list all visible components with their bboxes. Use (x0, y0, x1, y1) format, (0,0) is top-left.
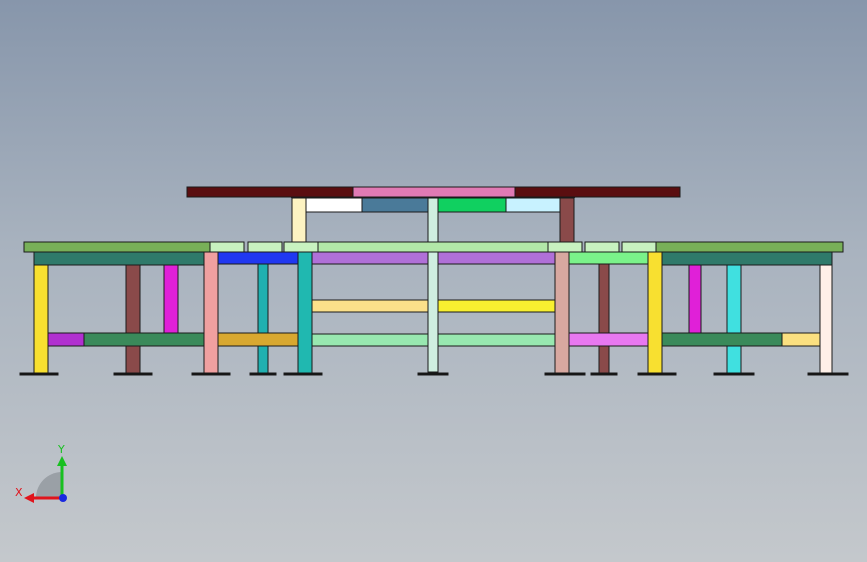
right-stool-top-a (547, 241, 583, 253)
right-stool-top-b (584, 241, 620, 253)
left-stool-foot-front (191, 372, 231, 376)
right-bench-foot-front (807, 372, 849, 376)
right-bench-leg-front (819, 264, 833, 374)
left-bench-leg-front (33, 264, 49, 374)
center-tabletop-right (514, 186, 681, 198)
left-stool[interactable] (191, 241, 323, 376)
left-stool-top-a (209, 241, 245, 253)
long-bench-low-rail-left (309, 333, 429, 347)
long-bench-mid-rail-right (437, 299, 557, 313)
long-bench-mid-rail-left (309, 299, 429, 313)
center-apron-mid-left (361, 197, 429, 213)
left-stool-leg-right (297, 251, 313, 374)
right-bench-apron (661, 251, 833, 266)
long-bench-apron-right (437, 251, 557, 265)
left-bench[interactable] (19, 241, 225, 376)
right-stool-leg-front (647, 251, 663, 374)
left-bench-apron (33, 251, 211, 266)
right-bench-foot-back (713, 372, 755, 376)
left-stool-leg-back (257, 263, 269, 374)
right-stool[interactable] (544, 241, 677, 376)
right-bench-rail-b (781, 332, 821, 347)
left-bench-foot-back (113, 372, 153, 376)
right-bench-top (644, 241, 844, 253)
left-stool-top-c (283, 241, 319, 253)
center-tabletop-middle (352, 186, 516, 198)
orientation-triad (24, 456, 67, 503)
left-bench-rail-b (83, 332, 205, 347)
long-bench-low-rail-right (437, 333, 557, 347)
center-column-foot (417, 372, 449, 376)
left-bench-foot-front (19, 372, 59, 376)
left-bench-rail-a (47, 332, 85, 347)
left-bench-top (23, 241, 225, 253)
right-stool-leg-back (598, 263, 610, 374)
left-stool-top-b (247, 241, 283, 253)
right-stool-foot-front (637, 372, 677, 376)
left-stool-leg-front (203, 251, 219, 374)
triad-x-arrow (24, 493, 34, 503)
right-stool-apron (553, 251, 664, 265)
center-apron-mid-right (437, 197, 507, 213)
right-bench-leg-back (726, 264, 742, 374)
right-stool-rail (568, 332, 649, 347)
triad-x-label: X (15, 486, 23, 499)
long-bench-top (299, 241, 561, 253)
right-bench-leg-inner (688, 264, 702, 334)
center-leg-left (291, 197, 307, 245)
left-stool-apron (204, 251, 314, 265)
center-leg-right (559, 197, 575, 245)
left-stool-foot-back (249, 372, 277, 376)
triad-z-axis (59, 494, 67, 502)
left-bench-leg-back (125, 264, 141, 374)
right-bench-rail-a (661, 332, 783, 347)
triad-y-label: Y (58, 443, 65, 456)
right-stool-foot-back (590, 372, 618, 376)
long-bench-apron-left (309, 251, 429, 265)
triad-quadrant (36, 472, 62, 498)
right-stool-foot-left (544, 372, 586, 376)
right-stool-leg-left (554, 251, 570, 374)
left-stool-foot-right (283, 372, 323, 376)
cad-viewport[interactable]: Y X (0, 0, 867, 562)
right-stool-top-c (621, 241, 657, 253)
right-bench[interactable] (644, 241, 849, 376)
assembly-model[interactable] (0, 0, 867, 562)
triad-y-arrow (57, 456, 67, 466)
left-stool-rail (217, 332, 299, 347)
center-column (427, 197, 439, 373)
center-tabletop-left (186, 186, 354, 198)
left-bench-leg-inner (163, 264, 179, 334)
